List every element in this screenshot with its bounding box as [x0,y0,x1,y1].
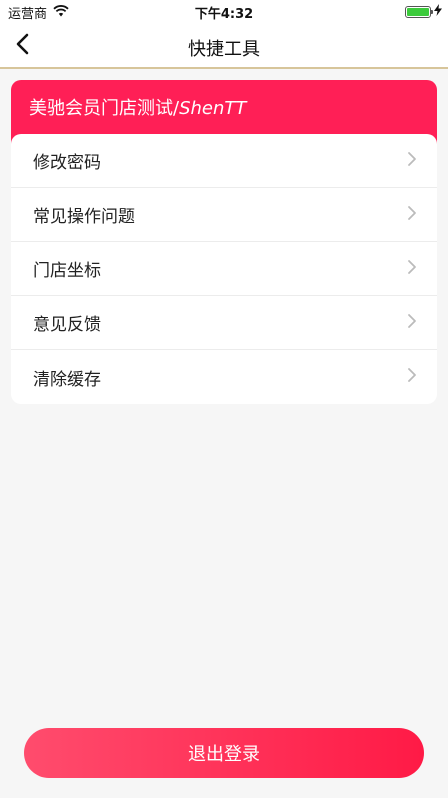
store-name-en: ShenTT [179,98,247,119]
battery-fill [407,8,429,16]
status-time: 下午4:32 [194,7,254,22]
menu-item-feedback[interactable]: 意见反馈 [11,296,437,350]
charging-icon [434,4,442,20]
menu-item-label: 修改密码 [33,153,101,173]
menu-item-label: 清除缓存 [33,369,101,390]
chevron-right-icon [407,205,417,225]
chevron-right-icon [407,151,417,171]
menu-list: 修改密码 常见操作问题 门店坐标 意见反馈 清除缓存 [11,134,437,404]
status-right [405,4,442,20]
menu-item-clear-cache[interactable]: 清除缓存 [11,350,437,404]
chevron-right-icon [407,313,417,333]
menu-item-faq[interactable]: 常见操作问题 [11,188,437,242]
battery-icon [405,6,433,18]
logout-button[interactable]: 退出登录 [24,728,424,778]
menu-item-label: 意见反馈 [33,315,101,335]
page-title: 快捷工具 [188,39,260,60]
chevron-right-icon [407,367,417,387]
nav-bar: 快捷工具 [0,24,448,69]
chevron-right-icon [407,259,417,279]
status-bar: 运营商 下午4:32 [0,0,448,24]
menu-item-label: 门店坐标 [33,261,101,281]
menu-item-label: 常见操作问题 [33,207,135,227]
store-card: 美驰会员门店测试/ShenTT 修改密码 常见操作问题 门店坐标 意见反馈 清除… [11,80,437,404]
menu-item-change-password[interactable]: 修改密码 [11,134,437,188]
store-name: 美驰会员门店测试/ [29,98,180,119]
menu-item-store-location[interactable]: 门店坐标 [11,242,437,296]
